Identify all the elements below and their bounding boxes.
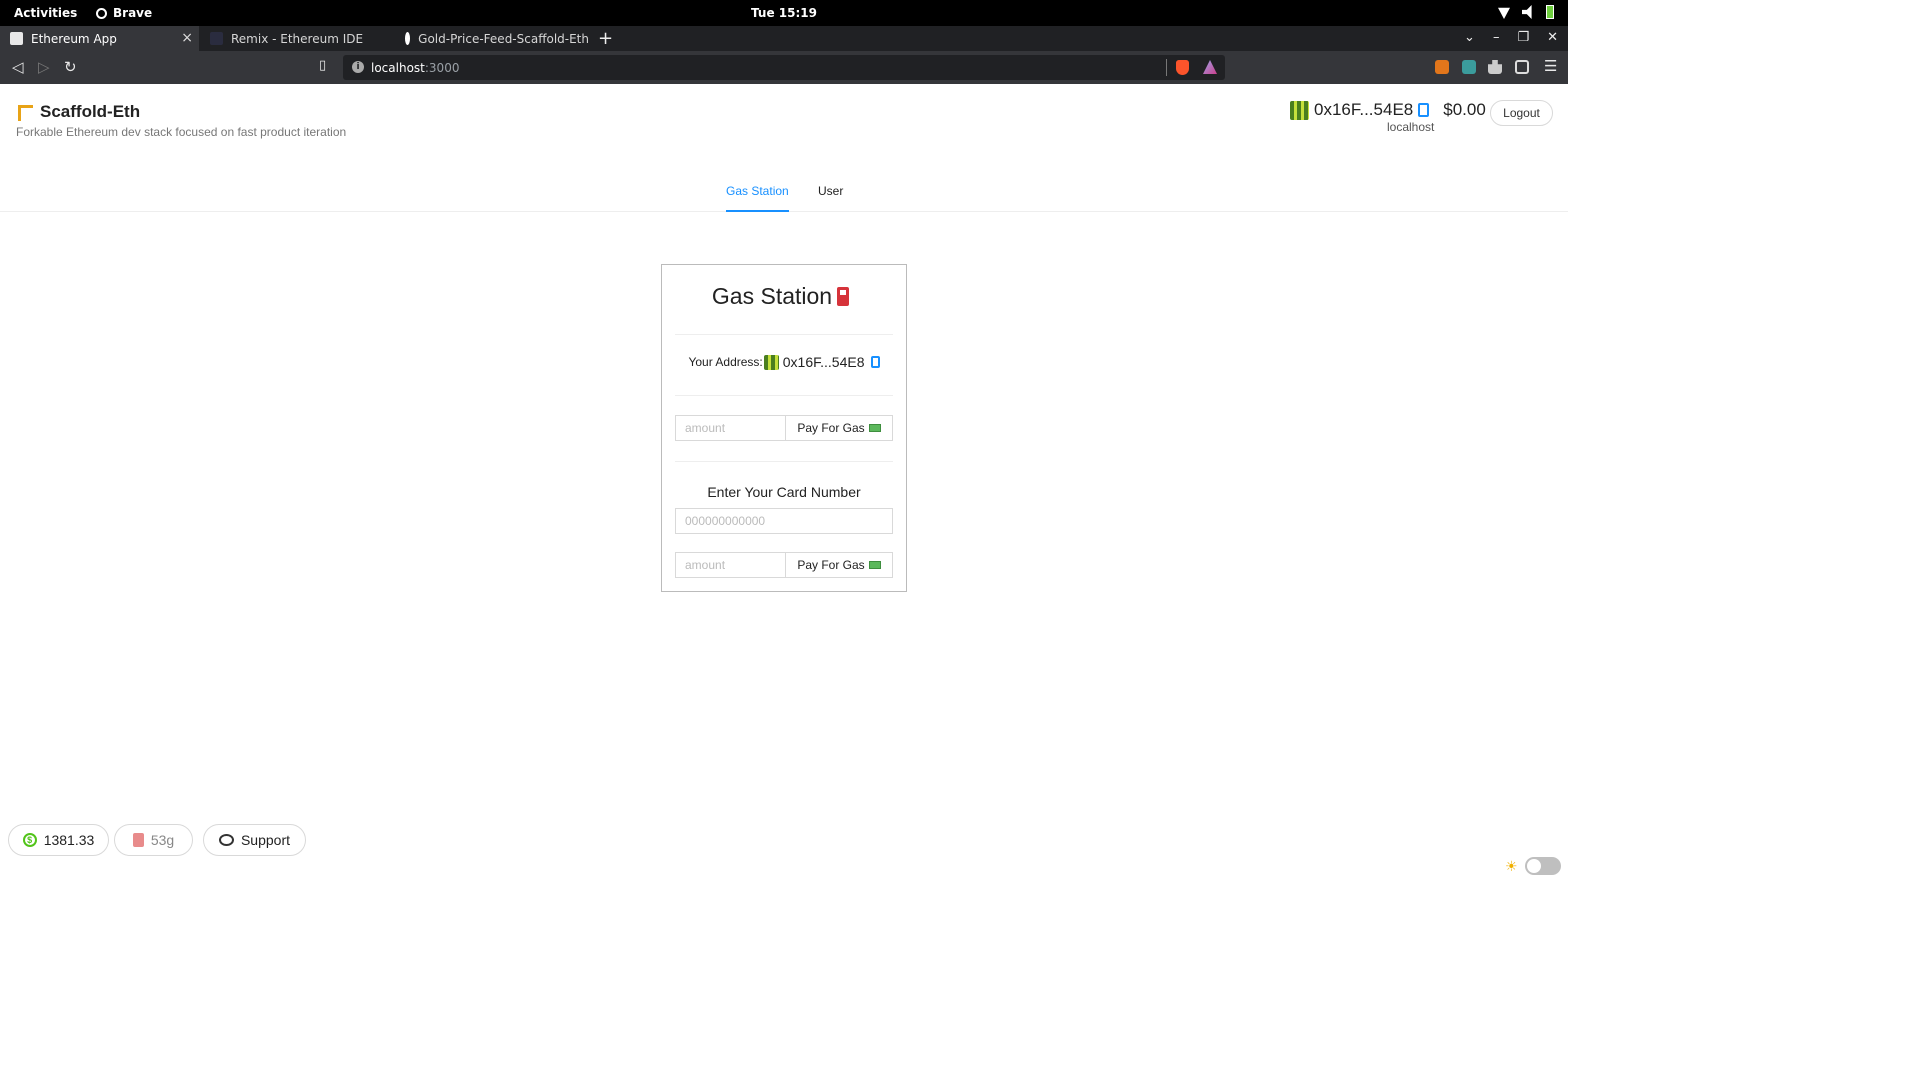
cash-icon bbox=[868, 561, 881, 569]
app-title[interactable]: Scaffold-Eth bbox=[16, 102, 140, 122]
address-value[interactable]: 0x16F...54E8 bbox=[783, 354, 865, 370]
app-title-text: Scaffold-Eth bbox=[40, 102, 141, 121]
support-button[interactable]: Support bbox=[203, 824, 306, 856]
github-favicon-icon bbox=[405, 32, 411, 45]
divider bbox=[675, 461, 893, 462]
logout-button[interactable]: Logout bbox=[1490, 100, 1553, 126]
account-balance[interactable]: $0.00 bbox=[1443, 100, 1486, 120]
system-top-bar: Activities Brave Tue 15:19 bbox=[0, 0, 1568, 26]
wallet-icon[interactable] bbox=[1515, 60, 1529, 74]
new-tab-icon[interactable]: + bbox=[598, 28, 613, 49]
pay-for-gas-button[interactable]: Pay For Gas bbox=[785, 415, 893, 441]
crane-icon bbox=[16, 103, 34, 121]
system-tray[interactable] bbox=[1498, 5, 1554, 19]
tab-search-icon[interactable]: ⌄ bbox=[1464, 30, 1475, 45]
metamask-icon[interactable] bbox=[1435, 60, 1449, 74]
network-label: localhost bbox=[1387, 120, 1435, 134]
browser-tab-strip: Ethereum App × Remix - Ethereum IDE Gold… bbox=[0, 26, 1568, 51]
brave-rewards-icon[interactable] bbox=[1203, 60, 1217, 74]
support-label: Support bbox=[240, 832, 291, 848]
card-number-input[interactable]: 000000000000 bbox=[675, 508, 893, 534]
page-favicon-icon bbox=[10, 32, 23, 45]
card-title: Gas Station bbox=[662, 283, 906, 310]
site-info-icon[interactable]: i bbox=[352, 61, 364, 73]
gas-station-card: Gas Station Your Address: 0x16F...54E8 a… bbox=[661, 264, 907, 592]
app-subtitle: Forkable Ethereum dev stack focused on f… bbox=[16, 125, 347, 139]
volume-icon bbox=[1522, 5, 1532, 19]
address-bar[interactable]: i localhost:3000 bbox=[343, 55, 1225, 80]
window-controls: ⌄ – ❐ ✕ bbox=[1464, 30, 1558, 45]
address-label: Your Address: bbox=[688, 355, 763, 369]
chat-icon bbox=[218, 834, 234, 846]
remix-favicon-icon bbox=[210, 32, 223, 45]
close-tab-icon[interactable]: × bbox=[181, 30, 193, 46]
copy-icon[interactable] bbox=[870, 356, 880, 368]
fuel-pump-icon bbox=[836, 285, 856, 307]
tab-ethereum-app[interactable]: Ethereum App × bbox=[0, 26, 199, 51]
sun-icon: ☀ bbox=[1505, 858, 1518, 874]
minimize-icon[interactable]: – bbox=[1493, 30, 1500, 45]
account-widget: 0x16F...54E8 $0.00 bbox=[1290, 100, 1486, 120]
account-address[interactable]: 0x16F...54E8 bbox=[1314, 100, 1413, 120]
battery-icon bbox=[1546, 5, 1554, 19]
main-menu: Gas Station User bbox=[0, 174, 1568, 212]
tab-title: Remix - Ethereum IDE bbox=[231, 31, 364, 46]
puzzle-icon[interactable] bbox=[1488, 60, 1502, 74]
amount-input[interactable]: amount bbox=[675, 415, 786, 441]
copy-icon[interactable] bbox=[1418, 103, 1430, 117]
maximize-icon[interactable]: ❐ bbox=[1517, 30, 1529, 45]
close-window-icon[interactable]: ✕ bbox=[1547, 30, 1558, 45]
cash-icon bbox=[868, 424, 881, 432]
tab-title: Gold-Price-Feed-Scaffold-Eth bbox=[418, 31, 589, 46]
tab-user[interactable]: User bbox=[818, 184, 843, 212]
eth-price-button[interactable]: $ 1381.33 bbox=[8, 824, 109, 856]
reload-icon[interactable]: ↻ bbox=[64, 58, 77, 76]
clock[interactable]: Tue 15:19 bbox=[0, 6, 1568, 20]
bookmark-icon[interactable]: ▯ bbox=[319, 58, 326, 73]
wifi-icon bbox=[1498, 7, 1510, 19]
gas-pump-icon bbox=[132, 833, 144, 847]
back-icon[interactable]: ◁ bbox=[12, 58, 24, 76]
amount-input-2[interactable]: amount bbox=[675, 552, 786, 578]
pay-for-gas-button-2[interactable]: Pay For Gas bbox=[785, 552, 893, 578]
extension-icon[interactable] bbox=[1462, 60, 1476, 74]
tab-github[interactable]: Gold-Price-Feed-Scaffold-Eth bbox=[395, 26, 589, 51]
eth-price: 1381.33 bbox=[43, 832, 95, 848]
brave-shields-icon[interactable] bbox=[1176, 60, 1189, 75]
dollar-icon: $ bbox=[22, 833, 37, 847]
gas-price: 53g bbox=[150, 832, 175, 848]
browser-toolbar: ◁ ▷ ↻ ▯ i localhost:3000 ☰ bbox=[0, 51, 1568, 84]
divider bbox=[675, 334, 893, 335]
card-number-label: Enter Your Card Number bbox=[707, 484, 861, 500]
menu-icon[interactable]: ☰ bbox=[1544, 57, 1557, 75]
forward-icon[interactable]: ▷ bbox=[38, 58, 50, 76]
account-avatar bbox=[1290, 100, 1309, 120]
gas-price-button[interactable]: 53g bbox=[114, 824, 193, 856]
separator bbox=[1166, 59, 1167, 76]
toggle-knob bbox=[1527, 859, 1541, 873]
divider bbox=[675, 395, 893, 396]
theme-toggle[interactable] bbox=[1525, 857, 1561, 875]
tab-gas-station[interactable]: Gas Station bbox=[726, 184, 789, 212]
your-address-row: Your Address: 0x16F...54E8 bbox=[662, 354, 906, 370]
address-avatar bbox=[763, 354, 779, 370]
tab-remix[interactable]: Remix - Ethereum IDE bbox=[200, 26, 394, 51]
url-text[interactable]: localhost:3000 bbox=[371, 61, 459, 75]
tab-title: Ethereum App bbox=[31, 31, 117, 46]
